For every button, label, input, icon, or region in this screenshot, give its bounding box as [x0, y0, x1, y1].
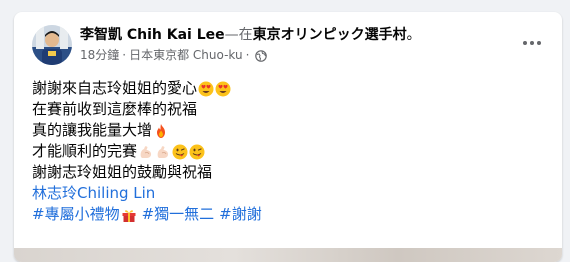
mention-link[interactable]: 林志玲Chiling Lin	[32, 183, 155, 204]
post-body: 謝謝來自志玲姐姐的愛心 在賽前收到這麼棒的祝福 真的讓我能量大增 才能順利的完賽…	[32, 78, 262, 225]
place-suffix: 。	[406, 27, 421, 43]
post-line-mention: 林志玲Chiling Lin	[32, 183, 262, 204]
heart-eyes-emoji-icon	[198, 81, 214, 97]
post-meta: 李智凱 Chih Kai Lee—在東京オリンピック選手村。 18分鐘 · 日本…	[80, 25, 421, 63]
post-header: 李智凱 Chih Kai Lee—在東京オリンピック選手村。 18分鐘 · 日本…	[32, 25, 421, 65]
winking-tongue-emoji-icon	[172, 144, 188, 160]
heart-eyes-emoji-icon-2	[215, 81, 231, 97]
post-line-3-text: 真的讓我能量大增	[32, 121, 153, 139]
post-line-1-text: 謝謝來自志玲姐姐的愛心	[32, 79, 198, 97]
hashtag-link-1[interactable]: #專屬小禮物	[32, 204, 120, 225]
more-options-button[interactable]	[520, 28, 544, 52]
gift-emoji-icon	[121, 207, 137, 223]
dot-separator: ·	[122, 48, 127, 62]
post-title-line: 李智凱 Chih Kai Lee—在東京オリンピック選手村。	[80, 26, 421, 45]
flexed-biceps-emoji-icon	[138, 144, 154, 160]
post-location[interactable]: 日本東京都 Chuo-ku	[129, 48, 243, 63]
post-subline: 18分鐘 · 日本東京都 Chuo-ku ·	[80, 48, 421, 63]
post-line-4: 才能順利的完賽	[32, 141, 262, 162]
hashtag-link-3[interactable]: #謝謝	[219, 204, 262, 225]
post-line-3: 真的讓我能量大增	[32, 120, 262, 141]
winking-tongue-emoji-icon-2	[189, 144, 205, 160]
flexed-biceps-emoji-icon-2	[155, 144, 171, 160]
post-line-4-text: 才能順利的完賽	[32, 142, 138, 160]
author-name[interactable]: 李智凱 Chih Kai Lee	[80, 27, 225, 43]
post-line-5: 謝謝志玲姐姐的鼓勵與祝福	[32, 162, 262, 183]
post-line-2-text: 在賽前收到這麼棒的祝福	[32, 100, 198, 118]
place-name[interactable]: 東京オリンピック選手村	[253, 27, 407, 43]
fire-emoji-icon	[153, 123, 169, 139]
post-time[interactable]: 18分鐘	[80, 48, 119, 63]
post-photo[interactable]	[14, 248, 562, 262]
post-line-2: 在賽前收到這麼棒的祝福	[32, 99, 262, 120]
more-options-icon	[522, 31, 542, 50]
post-line-hashtags: #專屬小禮物 #獨一無二 #謝謝	[32, 204, 262, 225]
post-line-1: 謝謝來自志玲姐姐的愛心	[32, 78, 262, 99]
dot-separator-2: ·	[245, 48, 250, 62]
post-card: 李智凱 Chih Kai Lee—在東京オリンピック選手村。 18分鐘 · 日本…	[14, 12, 562, 262]
globe-icon[interactable]	[255, 49, 268, 62]
post-line-5-text: 謝謝志玲姐姐的鼓勵與祝福	[32, 163, 213, 181]
author-avatar[interactable]	[32, 25, 72, 65]
hashtag-link-2[interactable]: #獨一無二	[142, 204, 215, 225]
tag-separator: —在	[224, 27, 253, 43]
